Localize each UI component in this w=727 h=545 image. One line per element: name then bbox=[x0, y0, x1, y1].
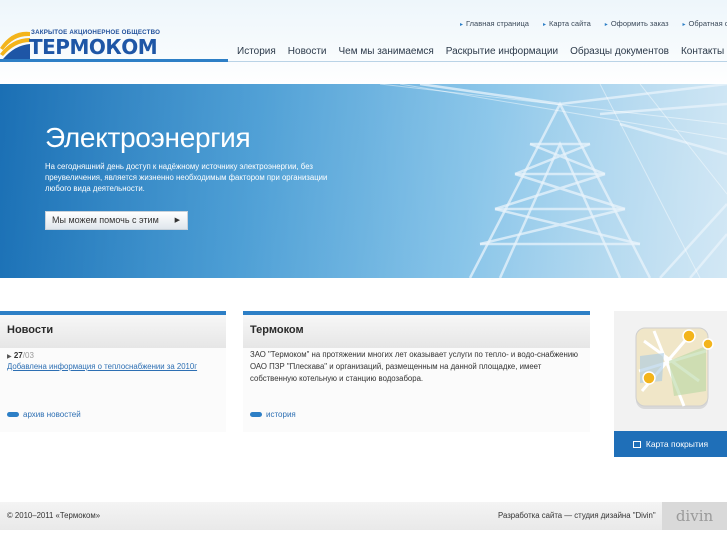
panel-header: Новости bbox=[0, 315, 226, 348]
logo-name[interactable]: ТЕРМОКОМ bbox=[29, 35, 158, 59]
help-button-label: Мы можем помочь с этим bbox=[52, 215, 159, 225]
nav-disclosure[interactable]: Раскрытие информации bbox=[446, 46, 558, 57]
developer-link[interactable]: Разработка сайта — студия дизайна "Divin… bbox=[498, 511, 656, 520]
news-date: ▶ 27/03 bbox=[7, 351, 34, 360]
toplink-feedback[interactable]: ▸Обратная связь bbox=[683, 19, 727, 28]
top-links: ▸ Главная страница ▸ Карта сайта ▸ Оформить… bbox=[460, 19, 727, 28]
nav-documents[interactable]: Образцы документов bbox=[570, 46, 669, 57]
window-icon bbox=[632, 441, 641, 448]
logo-icon[interactable] bbox=[0, 26, 30, 60]
arrow-right-icon: ▶ bbox=[174, 217, 180, 224]
map-icon bbox=[635, 327, 714, 409]
pill-icon bbox=[250, 412, 262, 418]
bullet-arrow-icon: ▶ bbox=[7, 354, 12, 360]
help-button[interactable]: Мы можем помочь с этим ▶ bbox=[45, 211, 188, 230]
toplink-sitemap[interactable]: ▸ Карта сайта bbox=[543, 19, 591, 28]
news-archive-link[interactable]: архив новостей bbox=[7, 410, 81, 419]
bullet-arrow-icon: ▸ bbox=[542, 22, 546, 28]
news-day: 27 bbox=[13, 351, 23, 360]
panel-header: Термоком bbox=[243, 315, 590, 348]
coverage-map-label: Карта покрытия bbox=[645, 439, 709, 449]
nav-divider bbox=[228, 61, 727, 62]
footer: © 2010–2011 «Термоком» Разработка сайта … bbox=[0, 502, 727, 530]
news-panel: Новости ▶ 27/03 Добавлена информация о т… bbox=[0, 311, 226, 432]
toplink-home[interactable]: ▸ Главная страница bbox=[460, 19, 529, 28]
banner-title: Электроэнергия bbox=[45, 122, 251, 153]
bullet-arrow-icon: ▸ bbox=[604, 22, 608, 28]
logo-underline bbox=[0, 59, 228, 62]
hero-banner: Электроэнергия На сегодняшний день досту… bbox=[0, 84, 727, 278]
nav-history[interactable]: История bbox=[237, 46, 276, 57]
nav-activities[interactable]: Чем мы занимаемся bbox=[339, 46, 434, 57]
news-title: Новости bbox=[7, 324, 54, 336]
nav-contacts[interactable]: Контакты bbox=[681, 46, 724, 57]
copyright: © 2010–2011 «Термоком» bbox=[7, 511, 101, 520]
bullet-arrow-icon: ▸ bbox=[682, 22, 686, 28]
pill-icon bbox=[7, 412, 19, 418]
toplink-order[interactable]: ▸ Оформить заказ bbox=[605, 19, 669, 28]
bullet-arrow-icon: ▸ bbox=[460, 22, 464, 28]
about-text: ЗАО "Термоком" на протяжении многих лет … bbox=[250, 350, 579, 383]
main-nav: История Новости Чем мы занимаемся Раскры… bbox=[237, 46, 724, 57]
about-title: Термоком bbox=[250, 324, 304, 336]
divin-logo[interactable]: divin bbox=[662, 502, 727, 530]
news-month: 03 bbox=[25, 351, 34, 360]
coverage-map-button[interactable]: Карта покрытия bbox=[614, 431, 727, 457]
header: ЗАКРЫТОЕ АКЦИОНЕРНОЕ ОБЩЕСТВО ТЕРМОКОМ ▸… bbox=[0, 0, 727, 86]
news-item-link[interactable]: Добавлена информация о теплоснабжении за… bbox=[7, 362, 197, 371]
nav-news[interactable]: Новости bbox=[288, 46, 327, 57]
history-link[interactable]: история bbox=[250, 410, 296, 419]
banner-text: На сегодняшний день доступ к надёжному и… bbox=[45, 162, 328, 194]
about-panel: Термоком ЗАО "Термоком" на протяжении мн… bbox=[243, 311, 590, 432]
